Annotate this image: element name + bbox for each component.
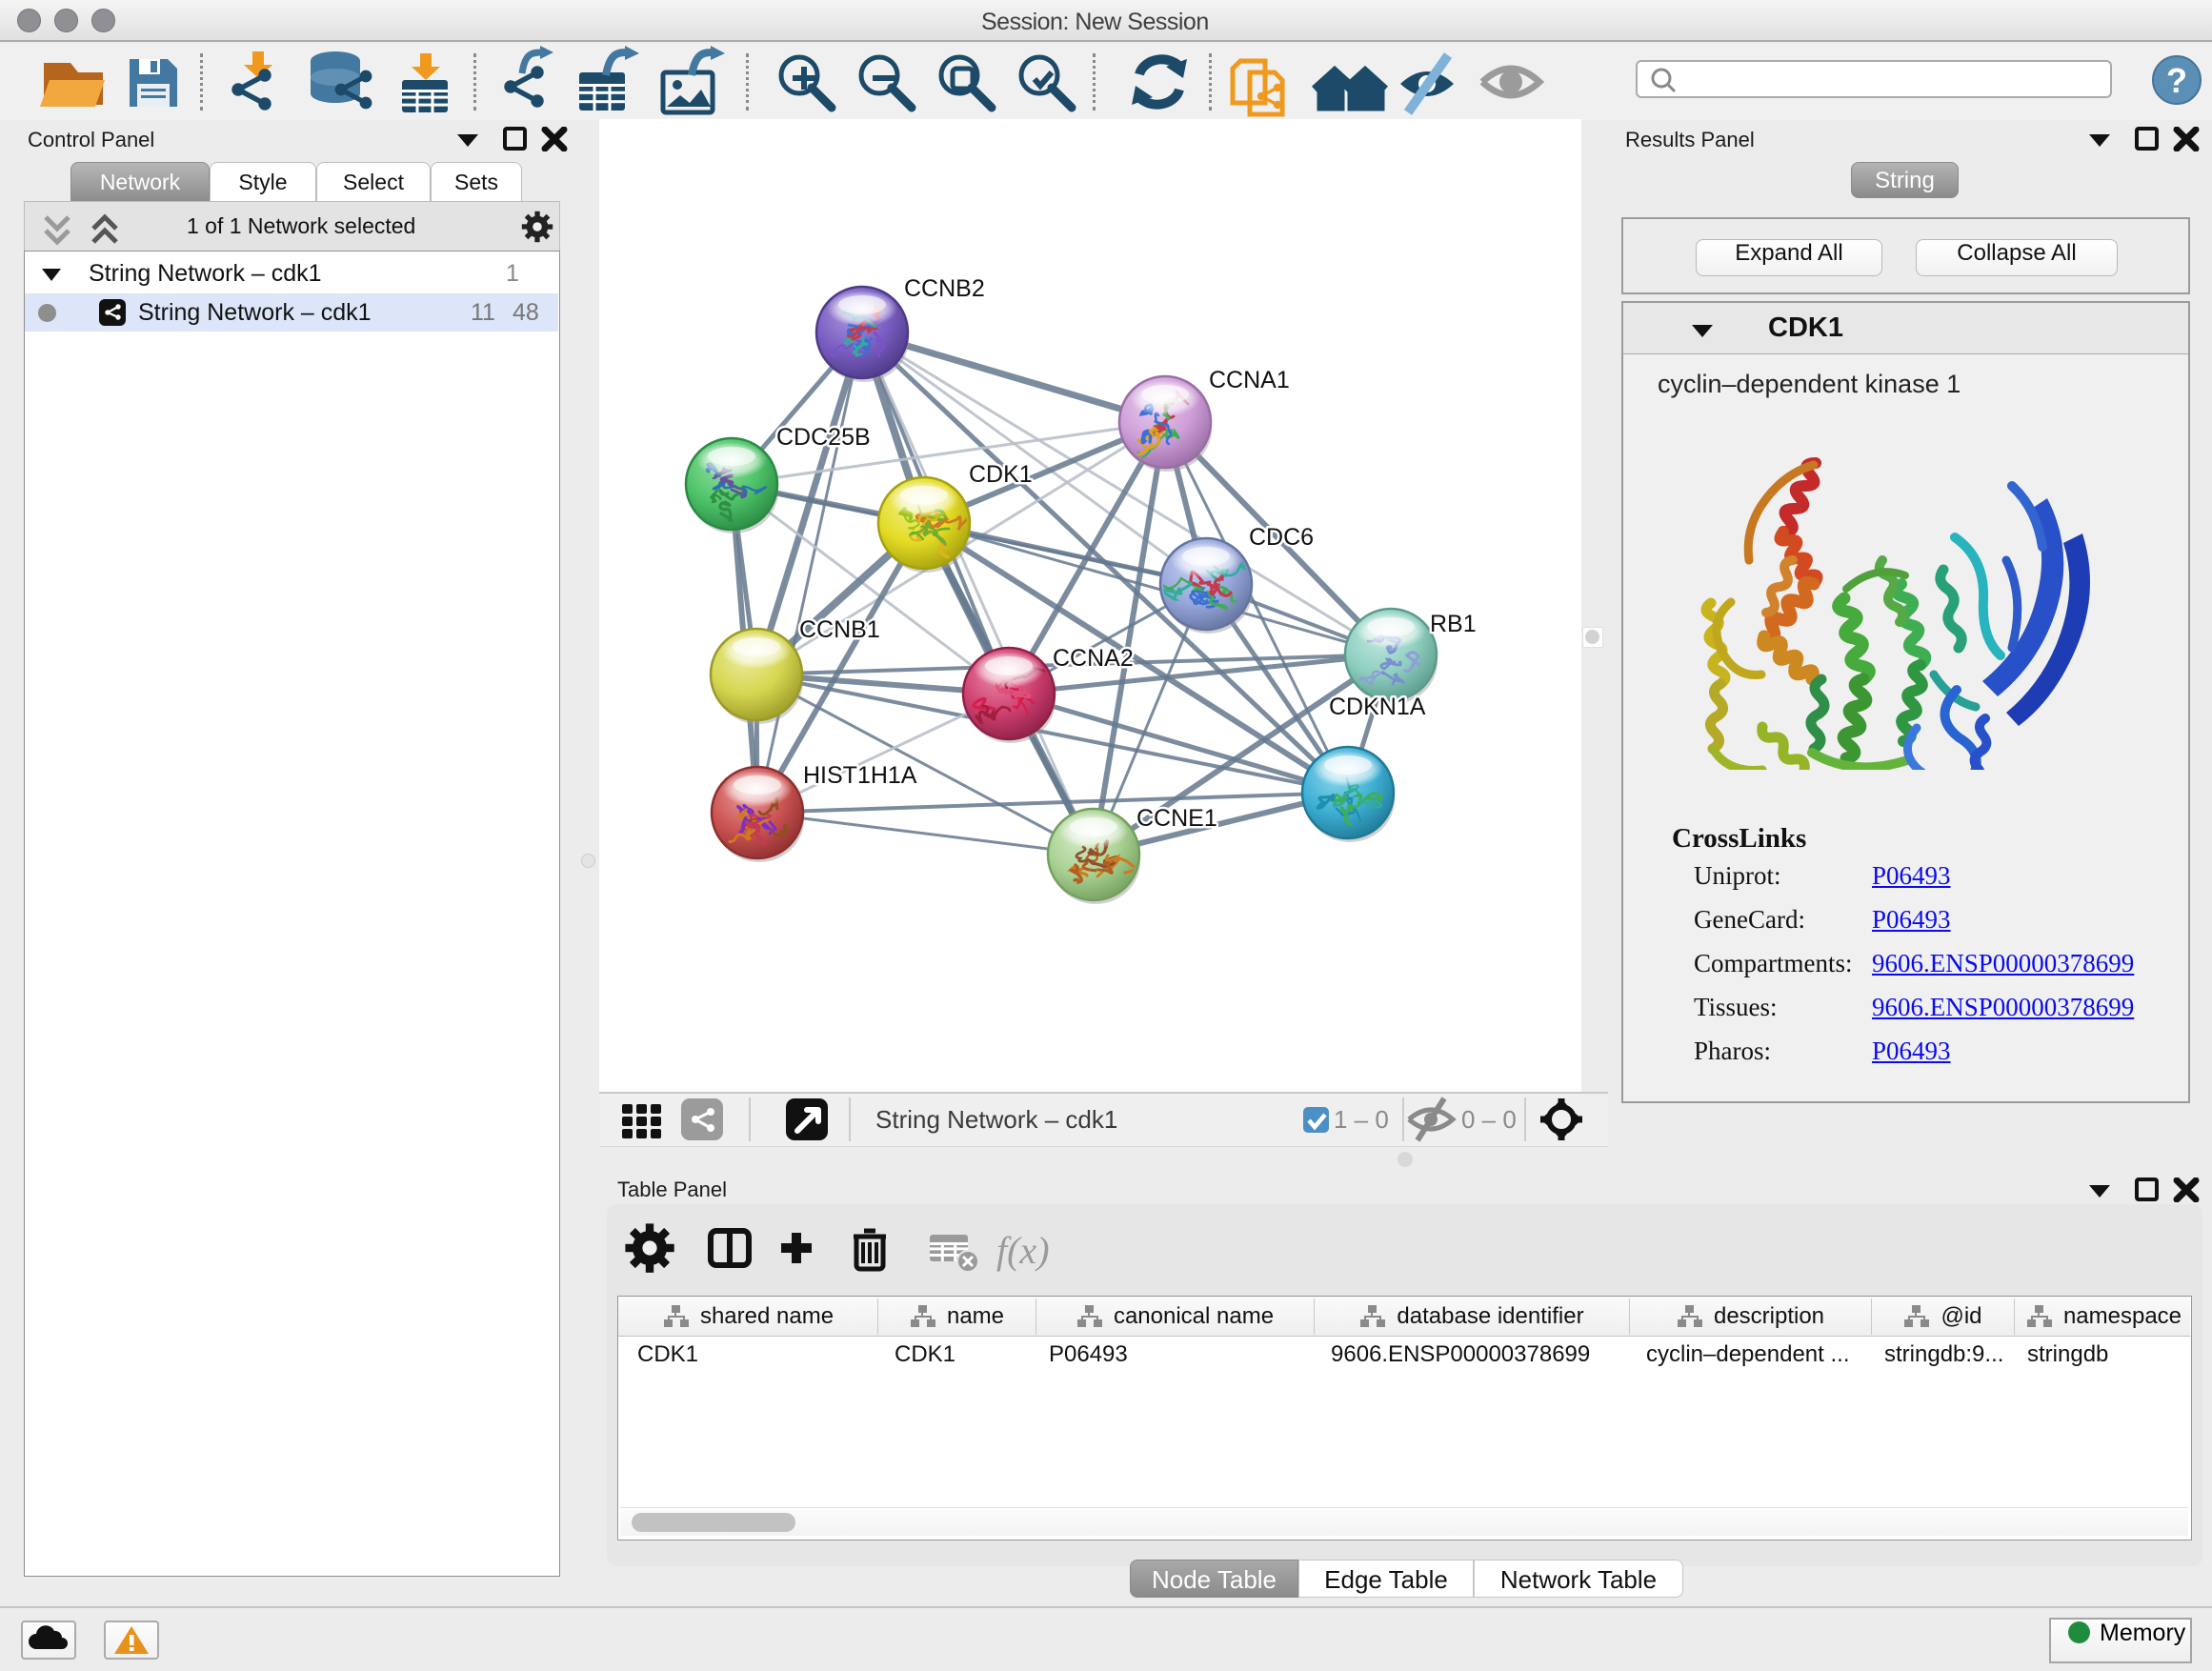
svg-text:CCNB1: CCNB1 <box>799 616 880 643</box>
svg-text:CDK1: CDK1 <box>969 461 1033 488</box>
svg-text:CCNA1: CCNA1 <box>1209 367 1290 393</box>
svg-text:CDKN1A: CDKN1A <box>1329 694 1426 720</box>
svg-text:RB1: RB1 <box>1430 611 1477 637</box>
svg-text:?: ? <box>2166 61 2187 100</box>
svg-text:HIST1H1A: HIST1H1A <box>803 762 917 789</box>
svg-text:f(x): f(x) <box>996 1229 1050 1272</box>
svg-text:CCNE1: CCNE1 <box>1136 805 1217 832</box>
svg-text:CCNA2: CCNA2 <box>1053 645 1134 672</box>
svg-text:CDC25B: CDC25B <box>776 424 871 451</box>
svg-text:CCNB2: CCNB2 <box>904 275 985 302</box>
svg-text:CDC6: CDC6 <box>1249 524 1314 551</box>
